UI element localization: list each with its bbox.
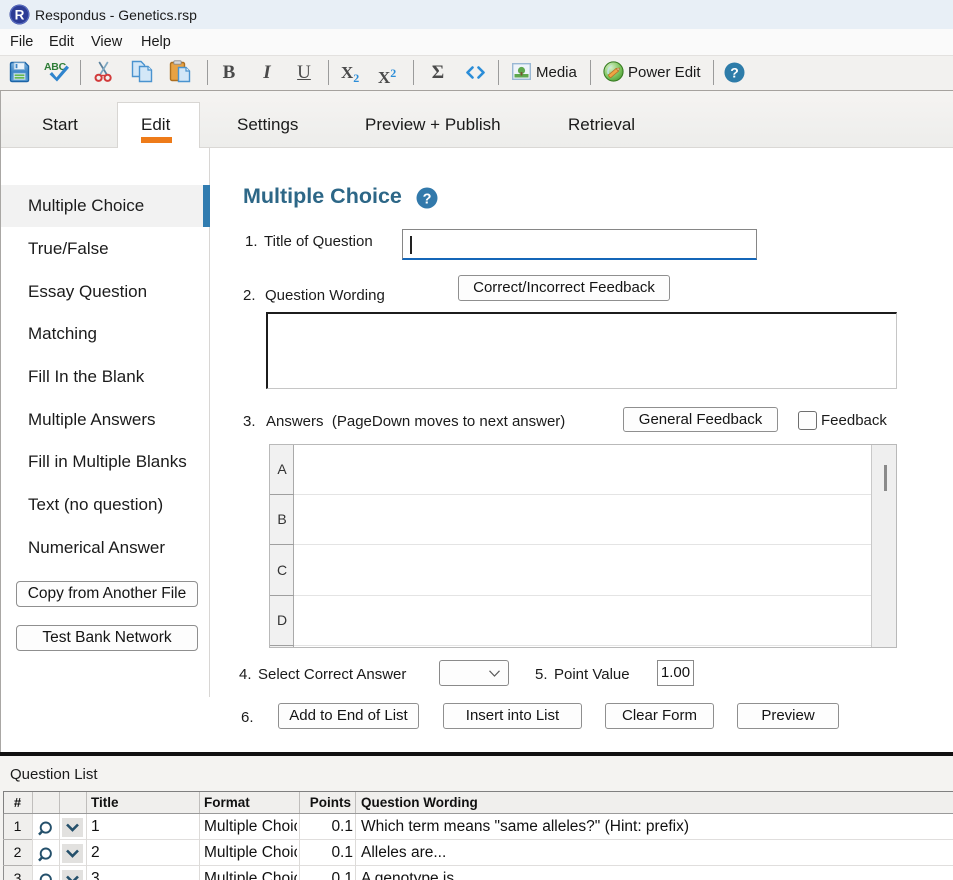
svg-text:?: ? — [423, 191, 432, 207]
svg-text:R: R — [15, 7, 25, 22]
svg-text:?: ? — [730, 65, 739, 81]
